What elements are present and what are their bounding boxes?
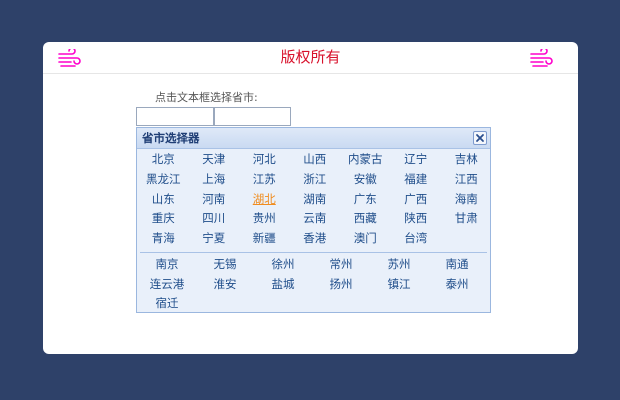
province-item[interactable]: 广西 bbox=[391, 190, 442, 210]
city-item[interactable]: 连云港 bbox=[138, 275, 196, 295]
divider bbox=[140, 252, 487, 253]
province-item[interactable]: 福建 bbox=[391, 170, 442, 190]
province-item[interactable]: 澳门 bbox=[340, 229, 391, 249]
province-item[interactable]: 北京 bbox=[138, 150, 189, 170]
province-item[interactable]: 云南 bbox=[290, 209, 341, 229]
province-item[interactable]: 山西 bbox=[290, 150, 341, 170]
province-item[interactable]: 河南 bbox=[189, 190, 240, 210]
select-prompt: 点击文本框选择省市: bbox=[155, 91, 258, 104]
city-input[interactable] bbox=[214, 107, 291, 126]
province-item[interactable]: 重庆 bbox=[138, 209, 189, 229]
province-item[interactable]: 青海 bbox=[138, 229, 189, 249]
province-item[interactable]: 山东 bbox=[138, 190, 189, 210]
wind-icon bbox=[529, 47, 553, 69]
page-title: 版权所有 bbox=[280, 48, 341, 66]
province-item[interactable]: 河北 bbox=[239, 150, 290, 170]
province-item[interactable]: 甘肃 bbox=[441, 209, 492, 229]
province-item[interactable]: 黑龙江 bbox=[138, 170, 189, 190]
close-icon bbox=[476, 134, 484, 142]
province-city-selector: 省市选择器 北京 天津 河北 山西 内蒙古 辽宁 吉林黑龙江 上海 江苏 浙江 安徽 福建 江西山东 河南… bbox=[136, 127, 491, 313]
province-item[interactable]: 浙江 bbox=[290, 170, 341, 190]
city-item[interactable]: 苏州 bbox=[370, 255, 428, 275]
city-item[interactable]: 南京 bbox=[138, 255, 196, 275]
province-item[interactable]: 广东 bbox=[340, 190, 391, 210]
province-item[interactable]: 湖南 bbox=[290, 190, 341, 210]
selector-title: 省市选择器 bbox=[142, 131, 200, 145]
province-item[interactable]: 江苏 bbox=[239, 170, 290, 190]
close-button[interactable] bbox=[473, 131, 487, 145]
province-item[interactable]: 陕西 bbox=[391, 209, 442, 229]
province-item[interactable]: 宁夏 bbox=[189, 229, 240, 249]
province-item[interactable]: 贵州 bbox=[239, 209, 290, 229]
province-item[interactable]: 上海 bbox=[189, 170, 240, 190]
province-item[interactable]: 四川 bbox=[189, 209, 240, 229]
city-item[interactable]: 宿迁 bbox=[138, 294, 196, 314]
city-item[interactable]: 盐城 bbox=[254, 275, 312, 295]
province-item[interactable]: 江西 bbox=[441, 170, 492, 190]
province-item[interactable]: 天津 bbox=[189, 150, 240, 170]
province-item[interactable]: 新疆 bbox=[239, 229, 290, 249]
province-item[interactable]: 安徽 bbox=[340, 170, 391, 190]
city-item[interactable]: 南通 bbox=[428, 255, 486, 275]
main-card: 版权所有 点击文本框选择省市: 省市选择器 北京天津河北山西内蒙古辽宁 bbox=[43, 42, 578, 354]
city-item[interactable]: 徐州 bbox=[254, 255, 312, 275]
province-item[interactable]: 香港 bbox=[290, 229, 341, 249]
province-item[interactable]: 内蒙古 bbox=[340, 150, 391, 170]
province-item[interactable]: 西藏 bbox=[340, 209, 391, 229]
city-item[interactable]: 镇江 bbox=[370, 275, 428, 295]
province-list: 北京 天津 河北 山西 内蒙古 辽宁 吉林黑龙江 上海 江苏 浙江 安徽 福建 江西山东 河南 湖北 湖南 广东… bbox=[138, 150, 493, 249]
city-item[interactable]: 淮安 bbox=[196, 275, 254, 295]
province-item[interactable]: 辽宁 bbox=[391, 150, 442, 170]
province-item[interactable]: 海南 bbox=[441, 190, 492, 210]
city-item[interactable]: 泰州 bbox=[428, 275, 486, 295]
province-item[interactable]: 湖北 bbox=[239, 190, 290, 210]
selector-header: 省市选择器 bbox=[137, 128, 490, 149]
city-item[interactable]: 常州 bbox=[312, 255, 370, 275]
city-item[interactable]: 扬州 bbox=[312, 275, 370, 295]
province-input[interactable] bbox=[136, 107, 214, 126]
province-item[interactable]: 吉林 bbox=[441, 150, 492, 170]
city-list: 南京 无锡 徐州 常州 苏州 南通连云港 淮安 盐城 扬州 镇江 泰州宿迁 bbox=[138, 255, 493, 314]
header: 版权所有 bbox=[43, 42, 578, 74]
province-item[interactable]: 台湾 bbox=[391, 229, 442, 249]
city-item[interactable]: 无锡 bbox=[196, 255, 254, 275]
